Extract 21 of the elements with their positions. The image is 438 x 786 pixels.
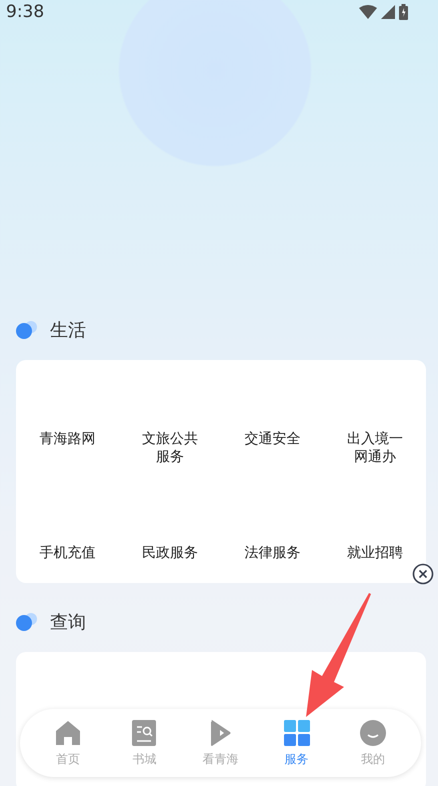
service-item[interactable]: 民政服务 [136, 544, 203, 562]
battery-icon [399, 4, 408, 20]
service-item[interactable]: 交通安全 [239, 430, 306, 448]
service-item[interactable]: 法律服务 [239, 544, 306, 562]
service-item[interactable]: 出入境一网通办 [342, 430, 408, 466]
section-title: 生活 [50, 319, 86, 342]
service-item[interactable]: 手机充值 [34, 544, 100, 562]
status-time: 9:38 [6, 2, 44, 22]
grid-icon [282, 718, 311, 746]
wifi-icon [359, 5, 377, 19]
smiley-icon [358, 718, 387, 746]
service-item[interactable]: 就业招聘 [342, 544, 408, 562]
service-item[interactable]: 文旅公共服务 [136, 430, 203, 466]
bubble-icon [16, 320, 38, 340]
bubble-icon [16, 612, 38, 632]
book-icon [130, 718, 158, 746]
service-item[interactable]: 青海路网 [34, 430, 100, 448]
home-icon [54, 718, 82, 746]
signal-icon [381, 5, 395, 19]
close-icon[interactable] [412, 563, 434, 585]
section-title: 查询 [50, 611, 86, 634]
